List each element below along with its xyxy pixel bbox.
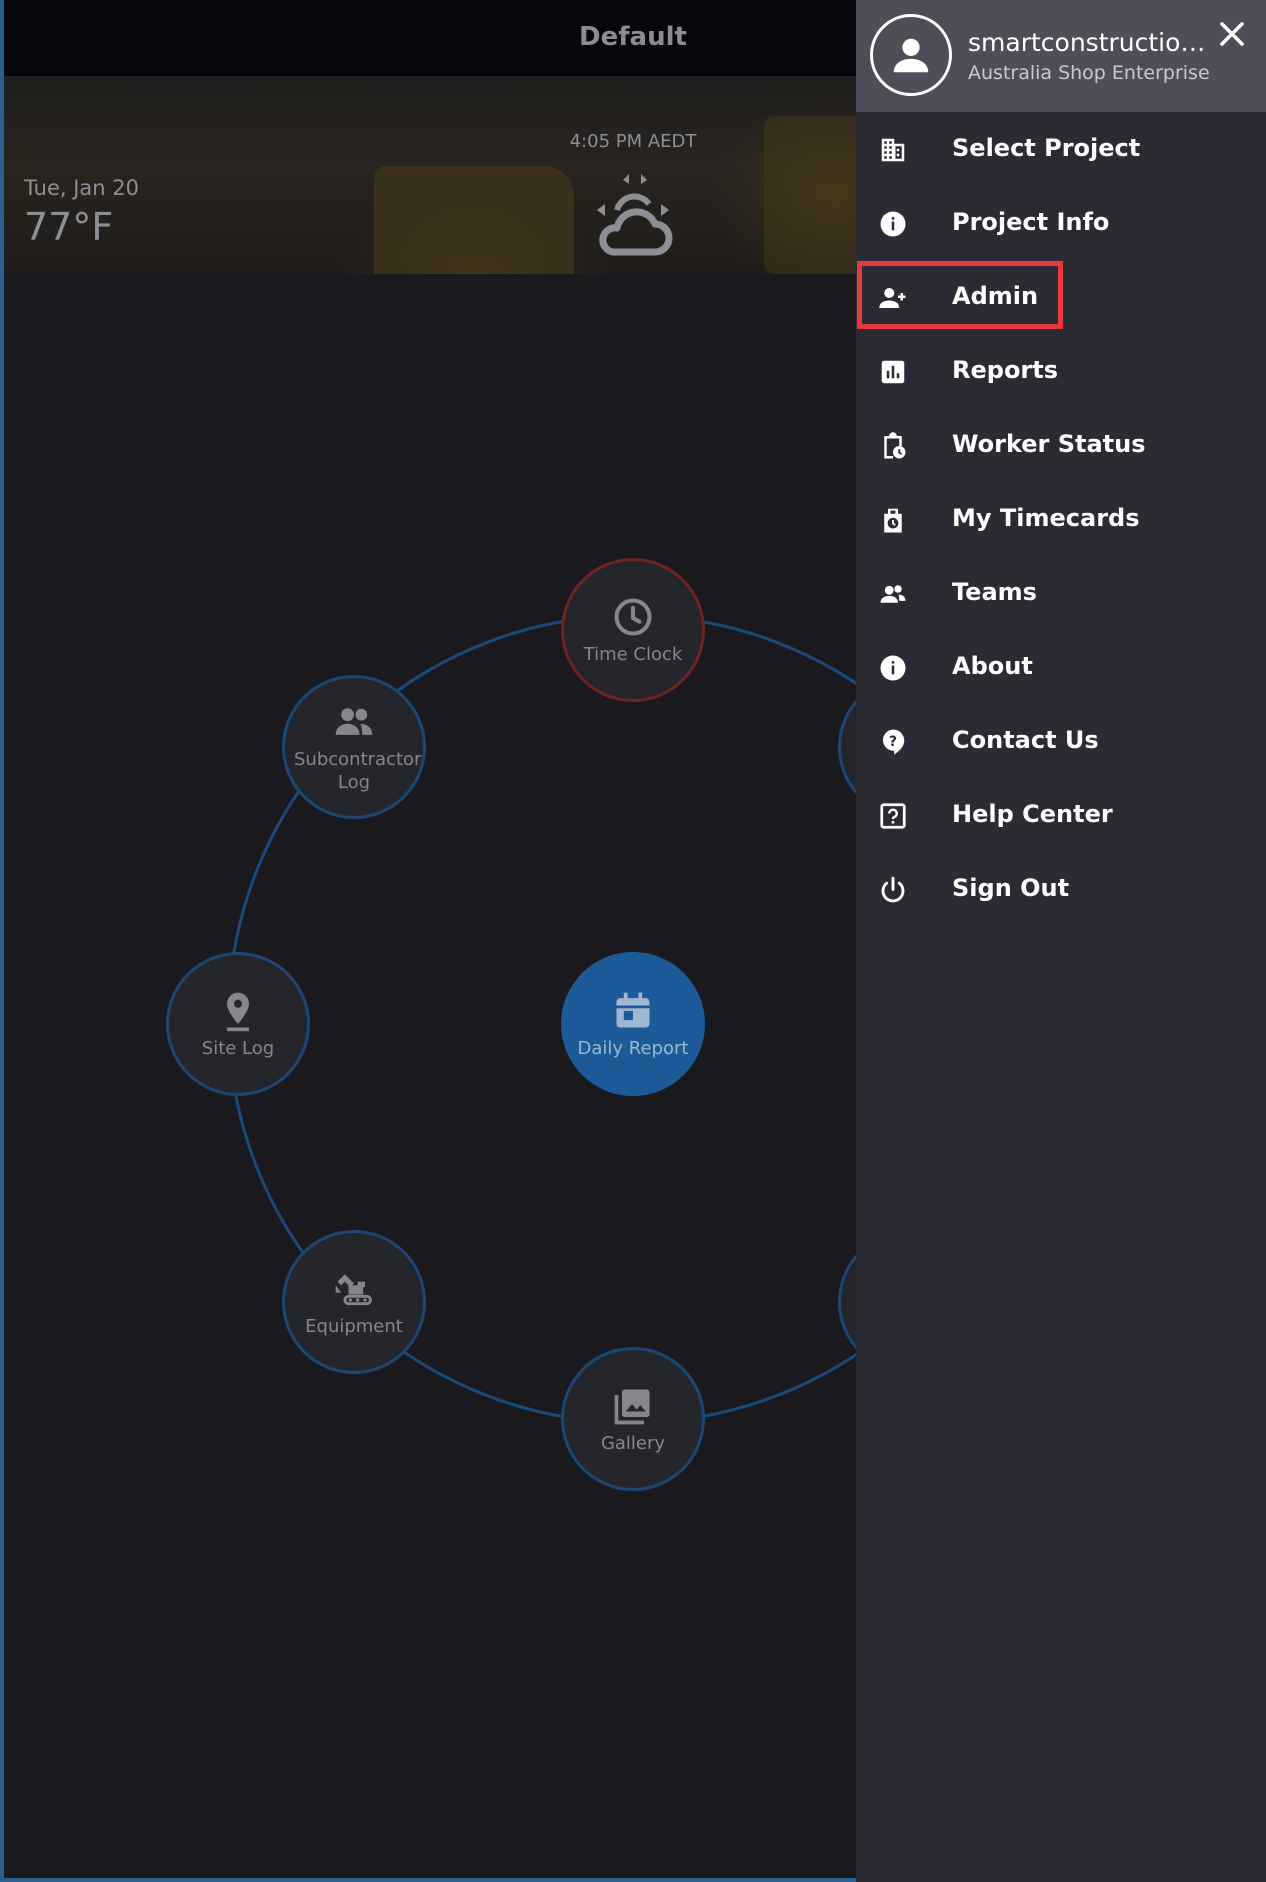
- menu-label-teams: Teams: [952, 578, 1037, 606]
- daily-report-label: Daily Report: [577, 1037, 689, 1059]
- close-drawer-button[interactable]: [1212, 14, 1252, 54]
- admin-highlight-box: [857, 261, 1063, 329]
- menu-label-worker-status: Worker Status: [952, 430, 1146, 458]
- menu-label-help-center: Help Center: [952, 800, 1113, 828]
- menu-label-my-timecards: My Timecards: [952, 504, 1140, 532]
- weather-temperature: 77°F: [24, 205, 114, 249]
- drawer-header: smartconstructioneb... Australia Shop En…: [856, 0, 1266, 112]
- menu-label-about: About: [952, 652, 1033, 680]
- banner-photo-machine: [374, 166, 574, 274]
- gallery-button[interactable]: Gallery: [561, 1347, 705, 1491]
- team-icon: [880, 585, 906, 603]
- user-name: smartconstructioneb...: [968, 28, 1218, 57]
- location-pin-icon: [227, 992, 249, 1031]
- info-icon: [880, 655, 906, 681]
- window-edge: [0, 0, 4, 1882]
- menu-item-about[interactable]: About: [856, 630, 1266, 704]
- subcontractor-log-button[interactable]: Subcontractor Log: [282, 675, 426, 819]
- excavator-icon: [335, 1273, 372, 1305]
- time-clock-button[interactable]: Time Clock: [561, 558, 705, 702]
- window-edge-bottom: [0, 1878, 856, 1882]
- equipment-label: Equipment: [305, 1315, 403, 1337]
- menu-item-teams[interactable]: Teams: [856, 556, 1266, 630]
- gallery-icon: [614, 1389, 650, 1424]
- user-icon: [893, 38, 929, 73]
- gallery-label: Gallery: [600, 1432, 666, 1454]
- close-icon: [1220, 22, 1244, 46]
- help-box-icon: [880, 803, 906, 829]
- clock-icon: [614, 597, 652, 636]
- site-log-label: Site Log: [201, 1037, 275, 1059]
- help-bubble-icon: ?: [882, 729, 905, 755]
- menu-item-worker-status[interactable]: Worker Status: [856, 408, 1266, 482]
- site-log-button[interactable]: Site Log: [166, 952, 310, 1096]
- menu-item-project-info[interactable]: Project Info: [856, 186, 1266, 260]
- info-icon: [880, 211, 906, 237]
- timecard-icon: [884, 508, 902, 533]
- menu-label-sign-out: Sign Out: [952, 874, 1070, 902]
- menu-item-help-center[interactable]: Help Center: [856, 778, 1266, 852]
- svg-text:?: ?: [889, 734, 897, 750]
- avatar[interactable]: [870, 14, 952, 96]
- menu-label-reports: Reports: [952, 356, 1059, 384]
- subcontractor-log-label: Subcontractor Log: [294, 749, 422, 793]
- people-icon: [335, 708, 373, 735]
- weather-date: Tue, Jan 20: [24, 176, 139, 200]
- equipment-button[interactable]: Equipment: [282, 1230, 426, 1374]
- clipboard-clock-icon: [884, 432, 906, 459]
- menu-item-reports[interactable]: Reports: [856, 334, 1266, 408]
- time-clock-label: Time Clock: [583, 643, 683, 665]
- power-icon: [881, 876, 905, 903]
- menu-item-contact-us[interactable]: ? Contact Us: [856, 704, 1266, 778]
- daily-report-button[interactable]: Daily Report: [561, 952, 705, 1096]
- menu-item-my-timecards[interactable]: My Timecards: [856, 482, 1266, 556]
- app-screen: Default Tue, Jan 20 77°F 4:05 PM AEDT Ti…: [0, 0, 1266, 1882]
- calendar-icon: [616, 992, 650, 1027]
- user-organization: Australia Shop Enterprise: [968, 62, 1210, 84]
- partly-cloudy-icon: [597, 174, 673, 256]
- bar-chart-icon: [881, 360, 905, 384]
- menu-label-contact-us: Contact Us: [952, 726, 1099, 754]
- weather-time: 4:05 PM AEDT: [569, 131, 697, 152]
- menu-label-project-info: Project Info: [952, 208, 1110, 236]
- menu-item-sign-out[interactable]: Sign Out: [856, 852, 1266, 926]
